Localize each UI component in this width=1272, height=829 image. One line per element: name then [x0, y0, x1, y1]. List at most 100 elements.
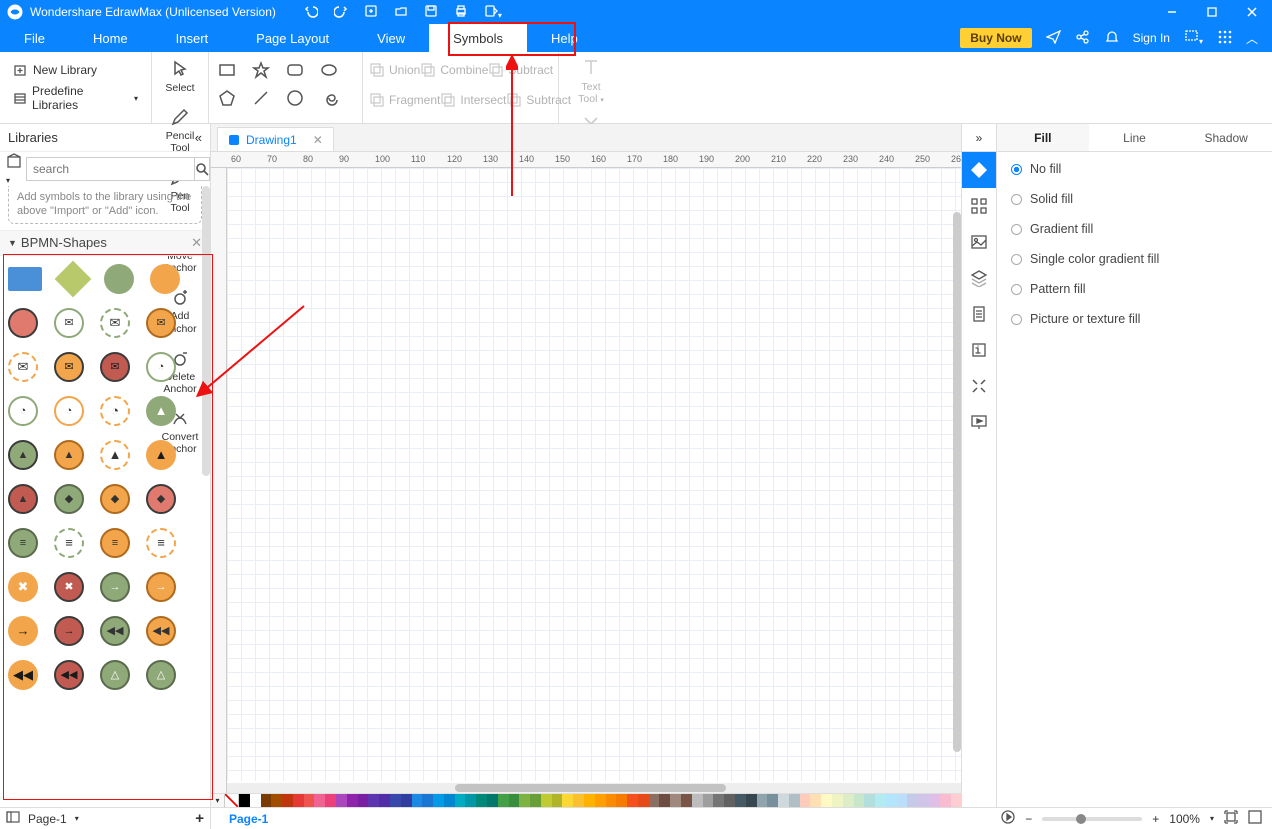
color-swatch[interactable] — [530, 794, 541, 807]
search-input[interactable] — [26, 157, 195, 181]
roundrect-shape[interactable] — [283, 58, 307, 82]
page-selector[interactable]: Page-1 — [28, 812, 67, 826]
layers-tab-icon[interactable] — [962, 260, 997, 296]
color-swatch[interactable] — [746, 794, 757, 807]
color-swatch[interactable] — [757, 794, 768, 807]
expand-right-panel-icon[interactable]: » — [962, 124, 996, 152]
color-swatch[interactable] — [444, 794, 455, 807]
color-swatch[interactable] — [261, 794, 272, 807]
bpmn-shape[interactable]: △ — [100, 660, 130, 690]
bpmn-shape[interactable]: ▲ — [146, 440, 176, 470]
color-swatch[interactable] — [940, 794, 951, 807]
canvas-horizontal-scrollbar[interactable] — [227, 783, 961, 793]
color-swatch[interactable] — [843, 794, 854, 807]
collapse-libraries-icon[interactable]: « — [195, 130, 202, 145]
color-swatch[interactable] — [724, 794, 735, 807]
undo-icon[interactable] — [304, 4, 318, 21]
color-swatch[interactable] — [897, 794, 908, 807]
buy-now-button[interactable]: Buy Now — [960, 28, 1031, 48]
drawing-canvas[interactable] — [227, 168, 961, 781]
color-swatch[interactable] — [821, 794, 832, 807]
bpmn-shape[interactable]: ◀◀ — [100, 616, 130, 646]
fill-option-solid-fill[interactable]: Solid fill — [1011, 192, 1258, 206]
pentagon-shape[interactable] — [215, 86, 239, 110]
color-swatch[interactable] — [703, 794, 714, 807]
zoom-value[interactable]: 100% — [1169, 812, 1200, 826]
maximize-button[interactable] — [1192, 0, 1232, 24]
color-swatch[interactable] — [616, 794, 627, 807]
color-swatch[interactable] — [638, 794, 649, 807]
bpmn-shape[interactable]: ▲ — [100, 440, 130, 470]
color-swatch[interactable] — [368, 794, 379, 807]
color-swatch[interactable] — [455, 794, 466, 807]
sign-in-link[interactable]: Sign In — [1133, 31, 1170, 45]
color-swatch[interactable] — [465, 794, 476, 807]
style-tab-icon[interactable] — [962, 152, 997, 188]
color-swatch[interactable] — [519, 794, 530, 807]
bpmn-shape[interactable]: ◀◀ — [146, 616, 176, 646]
bell-icon[interactable] — [1104, 29, 1119, 47]
color-swatch[interactable] — [713, 794, 724, 807]
color-swatch[interactable] — [401, 794, 412, 807]
bpmn-shape[interactable]: ◔ — [100, 396, 130, 426]
library-filter-icon[interactable]: ▾ — [6, 153, 22, 186]
properties-tab-shadow[interactable]: Shadow — [1180, 124, 1272, 151]
color-swatch[interactable] — [606, 794, 617, 807]
fragment-button[interactable]: Fragment — [369, 86, 440, 114]
presentation-tab-icon[interactable] — [962, 404, 997, 440]
menu-view[interactable]: View — [353, 24, 429, 52]
bpmn-shape[interactable]: ✖ — [54, 572, 84, 602]
redo-icon[interactable] — [334, 4, 348, 21]
color-swatch[interactable] — [681, 794, 692, 807]
color-swatch[interactable] — [627, 794, 638, 807]
rect-shape[interactable] — [215, 58, 239, 82]
bpmn-shape[interactable] — [104, 264, 134, 294]
color-swatch[interactable] — [951, 794, 961, 807]
predefine-libraries-button[interactable]: Predefine Libraries▾ — [8, 84, 143, 112]
color-swatch[interactable] — [854, 794, 865, 807]
new-library-button[interactable]: New Library — [8, 56, 143, 84]
color-swatch[interactable] — [789, 794, 800, 807]
grid-tab-icon[interactable] — [962, 188, 997, 224]
color-swatch[interactable] — [886, 794, 897, 807]
color-swatch[interactable] — [239, 794, 250, 807]
color-swatch[interactable] — [875, 794, 886, 807]
color-swatch[interactable] — [907, 794, 918, 807]
bpmn-shape[interactable]: ◆ — [100, 484, 130, 514]
bpmn-shape[interactable] — [150, 264, 180, 294]
color-swatch[interactable] — [422, 794, 433, 807]
swatch-dropdown[interactable]: ▾ — [211, 794, 225, 807]
page-tab-icon[interactable] — [962, 296, 997, 332]
color-swatch[interactable] — [552, 794, 563, 807]
bpmn-shape[interactable]: ✉ — [54, 352, 84, 382]
bpmn-shape[interactable]: ✉ — [146, 308, 176, 338]
color-swatch[interactable] — [476, 794, 487, 807]
bpmn-shape[interactable] — [8, 308, 38, 338]
bpmn-shape[interactable]: ▲ — [54, 440, 84, 470]
color-swatch[interactable] — [271, 794, 282, 807]
color-swatch[interactable] — [433, 794, 444, 807]
combine-button[interactable]: Combine — [420, 56, 488, 84]
bpmn-shape[interactable]: ◆ — [146, 484, 176, 514]
bpmn-shape[interactable]: ✉ — [100, 308, 130, 338]
color-swatch[interactable] — [390, 794, 401, 807]
color-swatch[interactable] — [692, 794, 703, 807]
bpmn-shape[interactable]: ✉ — [100, 352, 130, 382]
bpmn-shape[interactable] — [8, 267, 42, 291]
bpmn-shape[interactable]: ✖ — [8, 572, 38, 602]
bpmn-shape[interactable]: ≡ — [146, 528, 176, 558]
fill-option-single-color-gradient-fill[interactable]: Single color gradient fill — [1011, 252, 1258, 266]
print-icon[interactable] — [454, 4, 468, 21]
color-swatch[interactable] — [562, 794, 573, 807]
properties-tab-fill[interactable]: Fill — [997, 124, 1089, 151]
intersect-button[interactable]: Intersect — [440, 86, 506, 114]
menu-symbols[interactable]: Symbols — [429, 24, 527, 52]
color-swatch[interactable] — [379, 794, 390, 807]
menu-help[interactable]: Help — [527, 24, 602, 52]
text-tool-button[interactable]: TextTool ▾ — [565, 56, 617, 105]
color-swatch[interactable] — [412, 794, 423, 807]
libraries-scrollbar[interactable] — [202, 186, 210, 476]
bpmn-shape[interactable]: ◀◀ — [8, 660, 38, 690]
color-swatch[interactable] — [304, 794, 315, 807]
color-swatch[interactable] — [573, 794, 584, 807]
